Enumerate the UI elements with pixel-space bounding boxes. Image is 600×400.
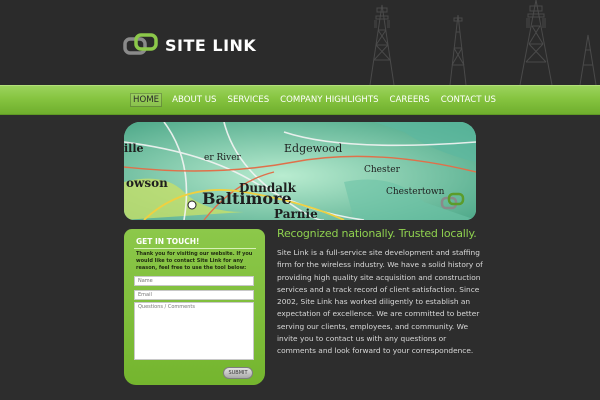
- chain-link-logo-icon: [123, 33, 158, 55]
- map-label-chester: Chester: [364, 165, 401, 175]
- map-label-parnie: Parnie: [274, 207, 318, 220]
- nav-about-us[interactable]: ABOUT US: [171, 93, 217, 107]
- email-input[interactable]: [134, 290, 254, 300]
- site-header: SITE LINK: [0, 0, 600, 85]
- nav-contact-us[interactable]: CONTACT US: [440, 93, 497, 107]
- map-label-river: er River: [204, 153, 242, 163]
- contact-panel: GET IN TOUCH! Thank you for visiting our…: [124, 229, 265, 385]
- nav-careers[interactable]: CAREERS: [389, 93, 431, 107]
- map-label-ille: ille: [124, 142, 144, 155]
- cell-towers-graphic: [300, 0, 600, 85]
- nav-company-highlights[interactable]: COMPANY HIGHLIGHTS: [279, 93, 379, 107]
- nav-home[interactable]: HOME: [130, 93, 163, 107]
- name-input[interactable]: [134, 276, 254, 286]
- contact-title: GET IN TOUCH!: [136, 237, 200, 246]
- map-banner: Baltimore Dundalk Edgewood owson Parnie …: [124, 122, 476, 220]
- contact-divider: [134, 248, 256, 249]
- brand-name: SITE LINK: [165, 35, 257, 55]
- site-logo[interactable]: SITE LINK: [123, 33, 256, 57]
- map-label-chestertown: Chestertown: [386, 187, 445, 197]
- main-nav: HOME ABOUT US SERVICES COMPANY HIGHLIGHT…: [0, 85, 600, 115]
- intro-paragraph: Site Link is a full-service site develop…: [277, 248, 483, 356]
- contact-intro: Thank you for visiting our website. If y…: [136, 251, 253, 271]
- comments-textarea[interactable]: [134, 302, 254, 360]
- nav-services[interactable]: SERVICES: [226, 93, 270, 107]
- map-label-towson: owson: [126, 176, 168, 190]
- submit-button[interactable]: SUBMIT: [223, 367, 253, 379]
- map-label-dundalk: Dundalk: [239, 181, 297, 195]
- map-label-edgewood: Edgewood: [284, 142, 342, 155]
- tagline: Recognized nationally. Trusted locally.: [277, 227, 477, 240]
